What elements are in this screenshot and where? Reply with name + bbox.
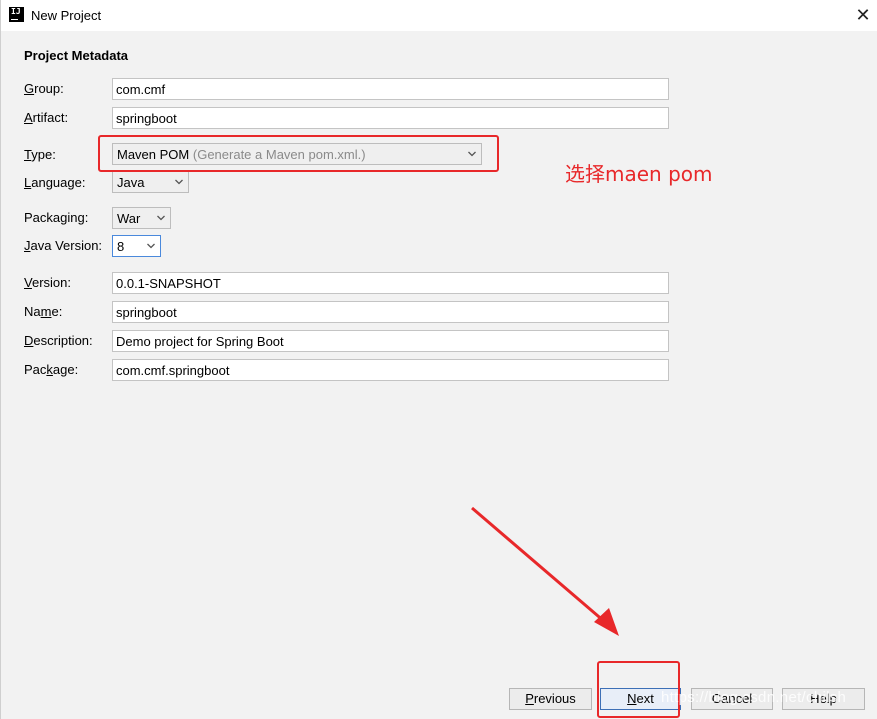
watermark: https://blog.csdn.net/chilsh [661,689,847,706]
new-project-dialog: IJ New Project ✕ Project Metadata Group:… [0,0,877,719]
red-arrow-icon [471,506,619,636]
